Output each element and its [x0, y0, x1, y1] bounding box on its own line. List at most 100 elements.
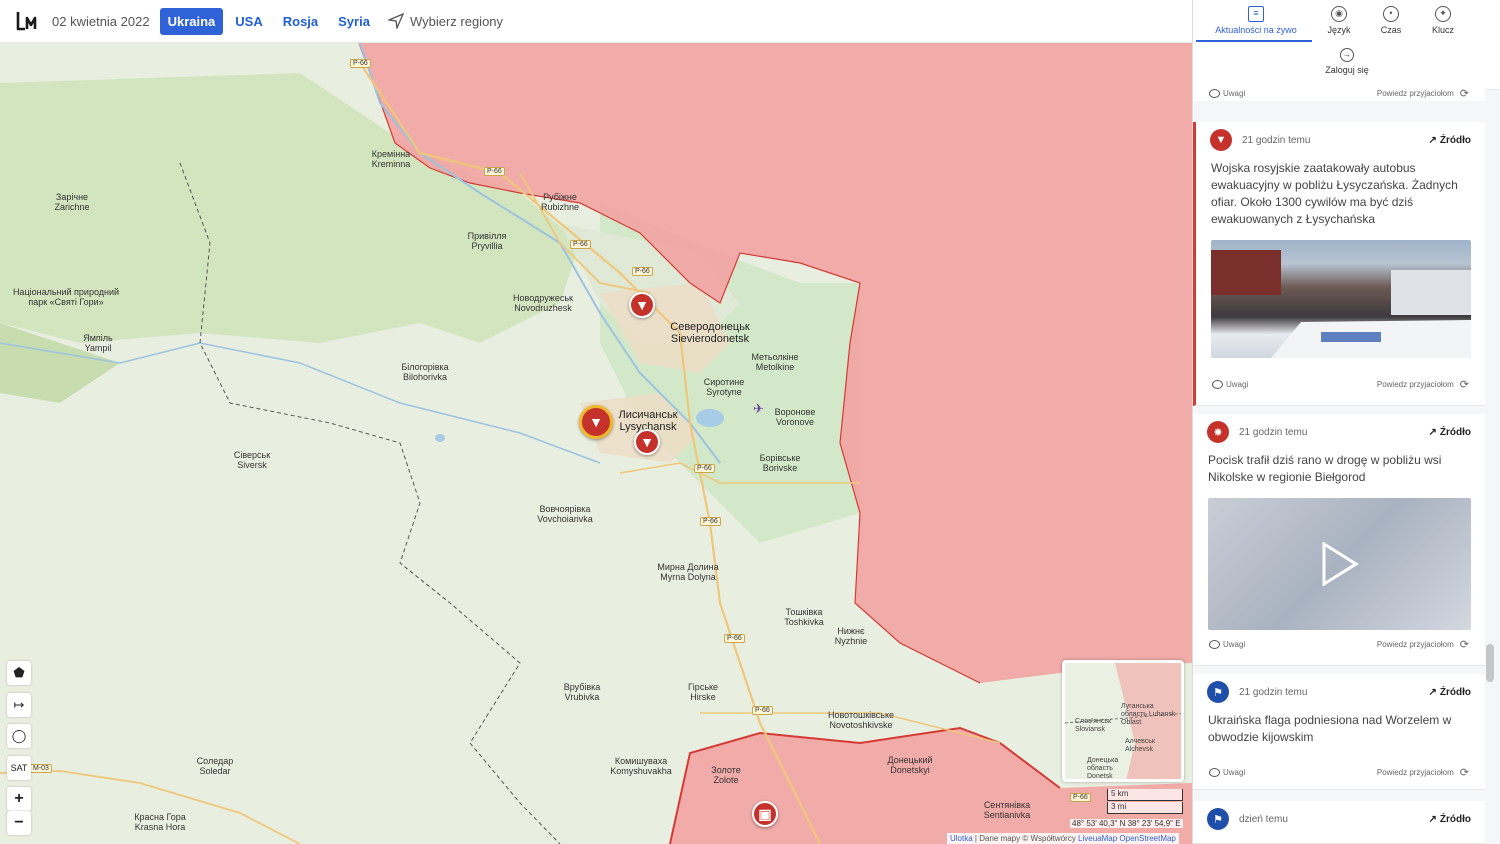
card-text: Ukraińska flaga podniesiona nad Worzelem…	[1208, 713, 1452, 744]
map-base-layer	[0, 43, 1192, 844]
news-card[interactable]: ⚑ 21 godzin temu ↗ Źródło Ukraińska flaga…	[1193, 674, 1485, 790]
liveuamap-logo[interactable]	[0, 0, 52, 43]
comments-link[interactable]: Uwagi	[1212, 380, 1248, 389]
leaflet-link[interactable]: Ulotka	[950, 834, 973, 843]
flag-icon: ⚑	[1207, 808, 1229, 830]
satellite-toggle[interactable]: SAT	[7, 756, 31, 780]
minimap[interactable]: Луганська область Luhansk Oblast Слов'ян…	[1062, 660, 1184, 782]
source-link[interactable]: ↗ Źródło	[1429, 814, 1472, 825]
comments-link[interactable]: Uwagi	[1209, 768, 1245, 777]
shelling-marker[interactable]: ▼	[634, 429, 660, 455]
comment-icon	[1209, 768, 1220, 777]
card-footer: Uwagi Powiedz przyjaciołom ⟳	[1196, 378, 1485, 391]
news-card[interactable]: ✸ 21 godzin temu ↗ Źródło Pocisk trafił d…	[1193, 414, 1485, 666]
card-time: dzień temu	[1239, 813, 1288, 825]
scale-mi: 3 mi	[1107, 802, 1183, 814]
photo-illustration	[1211, 250, 1471, 358]
shelling-icon: ▼	[1210, 129, 1232, 151]
place-bilohorivka: Білогорівка Bilohorivka	[401, 362, 449, 382]
place-hirske: Гірське Hirske	[687, 682, 719, 702]
place-kreminna: Кремінна Kreminna	[371, 149, 411, 169]
external-link-icon: ↗	[1428, 686, 1437, 698]
place-yampil: Ямпіль Yampil	[83, 333, 113, 353]
login-label: Zaloguj się	[1325, 65, 1369, 75]
road-label: M-03	[30, 764, 52, 773]
source-link[interactable]: ↗ Źródło	[1429, 427, 1472, 438]
region-tab-usa[interactable]: USA	[227, 8, 270, 35]
external-link-icon: ↗	[1428, 813, 1437, 825]
share-link[interactable]: Powiedz przyjaciołom ⟳	[1377, 87, 1469, 100]
comments-link[interactable]: Uwagi	[1209, 88, 1245, 98]
place-metolkine: Метьолкіне Metolkine	[751, 352, 799, 372]
region-tab-ukraina[interactable]: Ukraina	[159, 7, 224, 35]
card-header: ⚑ 21 godzin temu ↗ Źródło	[1193, 674, 1485, 710]
place-sentianivka: Сентянівка Sentianivka	[983, 800, 1031, 820]
video-thumbnail[interactable]	[1208, 498, 1471, 630]
card-time: 21 godzin temu	[1242, 134, 1311, 146]
news-photo[interactable]	[1211, 240, 1471, 358]
draw-polygon-button[interactable]: ⬟	[7, 661, 31, 685]
tab-time[interactable]: • Czas	[1371, 6, 1411, 35]
card-header: ▼ 21 godzin temu ↗ Źródło	[1196, 122, 1485, 158]
share-link[interactable]: Powiedz przyjaciołom ⟳	[1377, 378, 1469, 391]
place-zolote: Золоте Zolote	[711, 765, 741, 785]
zoom-in-button[interactable]: +	[7, 787, 31, 811]
comments-link[interactable]: Uwagi	[1209, 640, 1245, 649]
card-text: Pocisk trafił dziś rano w drogę w pobliż…	[1208, 453, 1442, 484]
tab-language[interactable]: ◉ Język	[1319, 6, 1359, 35]
place-donetskyi: Донецький Donetskyi	[887, 755, 933, 775]
card-footer: Uwagi Powiedz przyjaciołom ⟳	[1193, 766, 1485, 779]
scale-km: 5 km	[1107, 789, 1183, 801]
place-rubizhne: Рубіжне Rubizhne	[540, 192, 580, 212]
card-header: ✸ 21 godzin temu ↗ Źródło	[1193, 414, 1485, 450]
news-card[interactable]: ⚑ dzień temu ↗ Źródło	[1193, 801, 1485, 844]
selected-shelling-marker[interactable]: ▼	[579, 405, 613, 439]
tab-key[interactable]: ✦ Klucz	[1423, 6, 1463, 35]
comment-icon	[1212, 380, 1223, 389]
place-vovchoiarivka: Вовчоярівка Vovchoiarivka	[537, 504, 593, 524]
zoom-out-button[interactable]: −	[7, 811, 31, 835]
attribution-text: | Dane mapy © Współtwórcy	[974, 834, 1076, 843]
airplane-icon[interactable]: ✈	[753, 401, 764, 417]
road-label: P-66	[724, 634, 745, 643]
sidebar-scrollbar[interactable]	[1486, 644, 1494, 682]
news-sidebar: ≡ Aktualności na żywo ◉ Język • Czas ✦ K…	[1192, 0, 1500, 844]
place-toshkivka: Тошківка Toshkivka	[784, 607, 824, 627]
sidebar-tabs: ≡ Aktualności na żywo ◉ Język • Czas ✦ K…	[1193, 0, 1500, 90]
share-icon: ⟳	[1459, 87, 1469, 100]
source-link[interactable]: ↗ Źródło	[1429, 135, 1472, 146]
external-link-icon: ↗	[1428, 134, 1437, 146]
minimap-label: Донецька область Donetsk	[1087, 757, 1119, 780]
choose-regions-label: Wybierz regiony	[409, 13, 504, 29]
share-link[interactable]: Powiedz przyjaciołom ⟳	[1377, 766, 1469, 779]
place-park: Національний природний парк «Святі Гори»	[12, 287, 120, 307]
map-canvas[interactable]: Кремінна Kreminna Зарічне Zarichne Рубіжне…	[0, 43, 1192, 844]
tab-live-news[interactable]: ≡ Aktualności na żywo	[1201, 6, 1311, 35]
source-link[interactable]: ↗ Źródło	[1429, 687, 1472, 698]
login-button[interactable]: → Zaloguj się	[1311, 48, 1383, 75]
road-label: P-66	[484, 167, 505, 176]
road-label: P-66	[1070, 793, 1091, 802]
region-tab-rosja[interactable]: Rosja	[275, 8, 326, 35]
attribution-links[interactable]: LiveuaMap OpenStreetMap	[1078, 834, 1176, 843]
current-date[interactable]: 02 kwietnia 2022	[52, 14, 150, 29]
hide-layer-button[interactable]: ◯	[7, 724, 31, 748]
choose-regions-button[interactable]: Wybierz regiony	[387, 13, 504, 29]
explosion-icon: ✸	[1207, 421, 1229, 443]
comment-icon	[1209, 640, 1220, 649]
minimap-label: Алчевськ Alchevsk	[1125, 738, 1155, 753]
measure-button[interactable]: ↦	[7, 693, 31, 717]
place-krasna-hora: Красна Гора Krasna Hora	[134, 812, 186, 832]
region-tab-syria[interactable]: Syria	[330, 8, 378, 35]
road-label: P-66	[632, 267, 653, 276]
active-tab-indicator	[1196, 40, 1312, 42]
shelling-marker[interactable]: ▼	[629, 292, 655, 318]
news-card[interactable]: ▼ 21 godzin temu ↗ Źródło Wojska rosyjski…	[1193, 122, 1485, 406]
minimap-label: Слов'янськ Sloviansk	[1075, 718, 1112, 733]
place-zarichne: Зарічне Zarichne	[54, 192, 90, 212]
share-icon: ⟳	[1459, 639, 1469, 651]
share-link[interactable]: Powiedz przyjaciołom ⟳	[1377, 638, 1469, 651]
minimap-label: Луганська область Luhansk Oblast	[1121, 703, 1176, 726]
military-marker[interactable]: ▣	[752, 801, 778, 827]
news-icon: ≡	[1248, 6, 1264, 22]
